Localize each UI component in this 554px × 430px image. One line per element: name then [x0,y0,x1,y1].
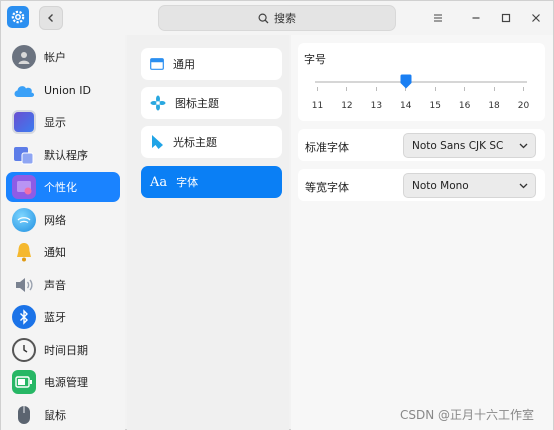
mono-font-value: Noto Mono [412,179,469,192]
sidebar-item-network[interactable]: 网络 [6,205,120,235]
sidebar-item-personalization[interactable]: 个性化 [6,172,120,202]
title-bar: 搜索 [1,1,553,35]
slider-tick [523,87,524,91]
network-icon [12,208,36,232]
font-size-title: 字号 [304,53,326,66]
sidebar-item-display[interactable]: 显示 [6,107,120,137]
sidebar-item-power[interactable]: 电源管理 [6,367,120,397]
sidebar-item-bluetooth[interactable]: 蓝牙 [6,302,120,332]
font-size-slider[interactable] [315,81,527,83]
sidebar-item-label: 蓝牙 [44,311,66,324]
cloud-icon [12,78,36,102]
sidebar-item-mouse[interactable]: 鼠标 [6,400,120,430]
sidebar-item-label: 显示 [44,116,66,129]
search-input[interactable]: 搜索 [158,5,396,31]
sidebar-item-label: 通知 [44,246,66,259]
bell-icon [12,240,36,264]
back-button[interactable] [39,6,63,30]
sidebar-item-label: 网络 [44,214,66,227]
cursor-icon [152,135,163,149]
subnav-item-font[interactable]: Aa 字体 [141,166,282,198]
sidebar-item-label: 电源管理 [44,376,88,389]
minimize-icon [472,17,480,19]
minimize-button[interactable] [468,10,484,26]
sidebar-item-sound[interactable]: 声音 [6,270,120,300]
sidebar-item-notification[interactable]: 通知 [6,237,120,267]
sidebar-item-union-id[interactable]: Union ID [6,75,120,105]
slider-tick [434,87,436,91]
maximize-icon [501,13,511,23]
personalization-icon [12,175,36,199]
slider-tick-label: 15 [429,101,441,111]
slider-tick [375,87,377,91]
battery-icon [12,370,36,394]
sidebar-item-label: 个性化 [44,181,77,194]
slider-tick [493,87,495,91]
subnav-item-label: 通用 [173,58,195,71]
slider-tick [346,87,348,91]
sidebar-item-default-apps[interactable]: 默认程序 [6,140,120,170]
standard-font-row: 标准字体 Noto Sans CJK SC [298,129,545,161]
mono-font-select[interactable]: Noto Mono [403,173,536,198]
subnav-item-label: 字体 [176,176,199,189]
gear-icon [7,6,29,28]
subnav-item-label: 图标主题 [175,97,219,110]
close-icon [532,14,540,22]
display-icon [12,110,36,134]
sidebar-item-label: Union ID [44,83,91,97]
icon-theme-icon [150,95,166,111]
slider-tick-label: 16 [458,101,471,111]
chevron-left-icon [48,14,53,22]
standard-font-value: Noto Sans CJK SC [412,139,504,152]
search-icon [258,12,269,23]
standard-font-label: 标准字体 [305,141,349,154]
slider-tick-label: 11 [311,101,324,111]
sidebar-item-label: 声音 [44,279,66,292]
subnav-item-general[interactable]: 通用 [141,48,282,80]
mono-font-label: 等宽字体 [305,181,349,194]
search-placeholder: 搜索 [274,12,296,25]
font-size-panel: 字号 11 12 13 14 15 16 18 20 [298,43,545,121]
sidebar-item-datetime[interactable]: 时间日期 [6,335,120,365]
sidebar-item-label: 时间日期 [44,344,88,357]
speaker-icon [12,273,36,297]
sidebar: 帐户 Union ID 显示 默认程序 个性化 网络 通知 声音 蓝牙 时间日期… [1,35,125,430]
subnav-item-icon-theme[interactable]: 图标主题 [141,87,282,119]
account-icon [12,45,36,69]
sidebar-item-label: 帐户 [44,51,66,64]
clock-icon [12,338,36,362]
sidebar-item-account[interactable]: 帐户 [6,42,120,72]
mouse-icon [12,403,36,427]
maximize-button[interactable] [498,10,514,26]
chevron-down-icon [519,183,528,189]
close-button[interactable] [528,10,544,26]
control-center-window: 搜索 帐户 Union ID 显示 默认程序 个性化 网络 通知 声音 蓝牙 时… [0,0,554,430]
slider-tick-label: 13 [370,101,383,111]
sidebar-item-label: 默认程序 [44,149,88,162]
slider-tick [317,87,318,91]
window-icon [150,58,164,70]
font-size-slider-handle[interactable] [400,74,412,89]
slider-tick-label: 14 [400,101,412,111]
subnav-item-cursor-theme[interactable]: 光标主题 [141,126,282,158]
standard-font-select[interactable]: Noto Sans CJK SC [403,133,536,158]
hamburger-menu-icon [434,14,442,22]
menu-button[interactable] [430,10,446,26]
bluetooth-icon [12,305,36,329]
slider-tick-label: 18 [488,101,500,111]
font-settings-panel: 字号 11 12 13 14 15 16 18 20 标准字体 Noto Sans CJK S… [291,35,553,430]
subnav-item-label: 光标主题 [173,136,217,149]
slider-tick-label: 12 [341,101,353,111]
sidebar-item-label: 鼠标 [44,409,66,422]
slider-tick [464,87,466,91]
mono-font-row: 等宽字体 Noto Mono [298,169,545,201]
chevron-down-icon [519,143,528,149]
slider-tick-label: 20 [517,101,530,111]
watermark: CSDN @正月十六工作室 [400,408,535,422]
font-icon: Aa [150,174,168,190]
personalization-subnav: 通用 图标主题 光标主题 Aa 字体 [127,35,289,430]
default-apps-icon [12,143,36,167]
